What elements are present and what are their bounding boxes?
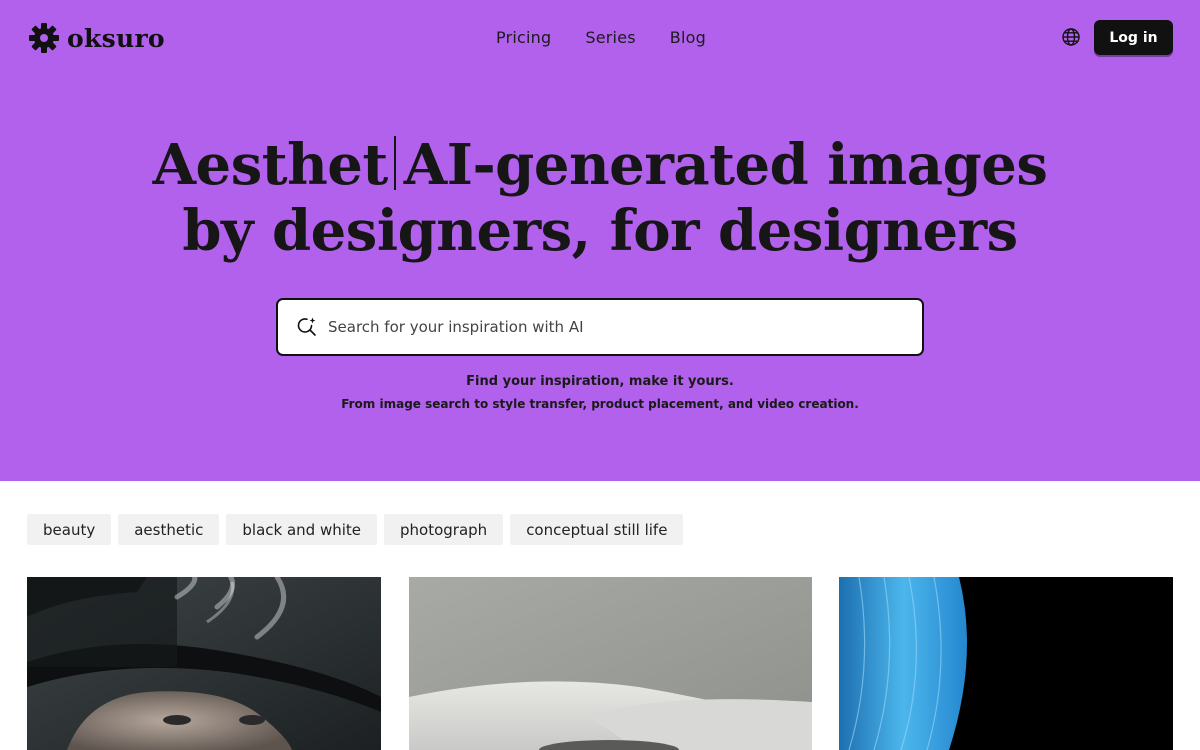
typing-caret: [393, 136, 396, 190]
headline-line2: by designers, for designers: [182, 198, 1018, 264]
globe-icon[interactable]: [1061, 27, 1081, 47]
gear-icon: [29, 23, 59, 53]
nav-link-pricing[interactable]: Pricing: [496, 28, 551, 47]
tag-beauty[interactable]: beauty: [27, 514, 112, 545]
tag-filter-list: beauty aesthetic black and white photogr…: [27, 514, 684, 545]
brand-name: oksuro: [67, 23, 165, 53]
login-button[interactable]: Log in: [1094, 20, 1173, 55]
tag-conceptual-still-life[interactable]: conceptual still life: [510, 514, 684, 545]
tag-aesthetic[interactable]: aesthetic: [118, 514, 220, 545]
ai-search-icon: [297, 317, 316, 336]
gallery-image-portrait[interactable]: [27, 577, 381, 750]
hero-section: oksuro Pricing Series Blog Log in Aesthe…: [0, 0, 1200, 481]
search-input[interactable]: [328, 318, 888, 336]
search-bar[interactable]: [276, 298, 924, 356]
nav-link-blog[interactable]: Blog: [670, 28, 706, 47]
brand-logo[interactable]: oksuro: [28, 22, 165, 54]
hero-headline: Aesthet AI-generated images by designers,…: [0, 132, 1200, 264]
tag-photograph[interactable]: photograph: [384, 514, 504, 545]
nav-link-series[interactable]: Series: [585, 28, 635, 47]
hero-subtitle-line1: Find your inspiration, make it yours.: [466, 374, 734, 389]
gallery-image-ceramic[interactable]: [409, 577, 812, 750]
main-nav: Pricing Series Blog: [0, 28, 1200, 47]
gallery-image-blue-hair[interactable]: [839, 577, 1173, 750]
headline-line1: AI-generated images: [403, 132, 1048, 198]
hero-subtitle-line2: From image search to style transfer, pro…: [341, 397, 859, 411]
tag-black-and-white[interactable]: black and white: [226, 514, 377, 545]
headline-typed-word: Aesthet: [152, 132, 389, 198]
